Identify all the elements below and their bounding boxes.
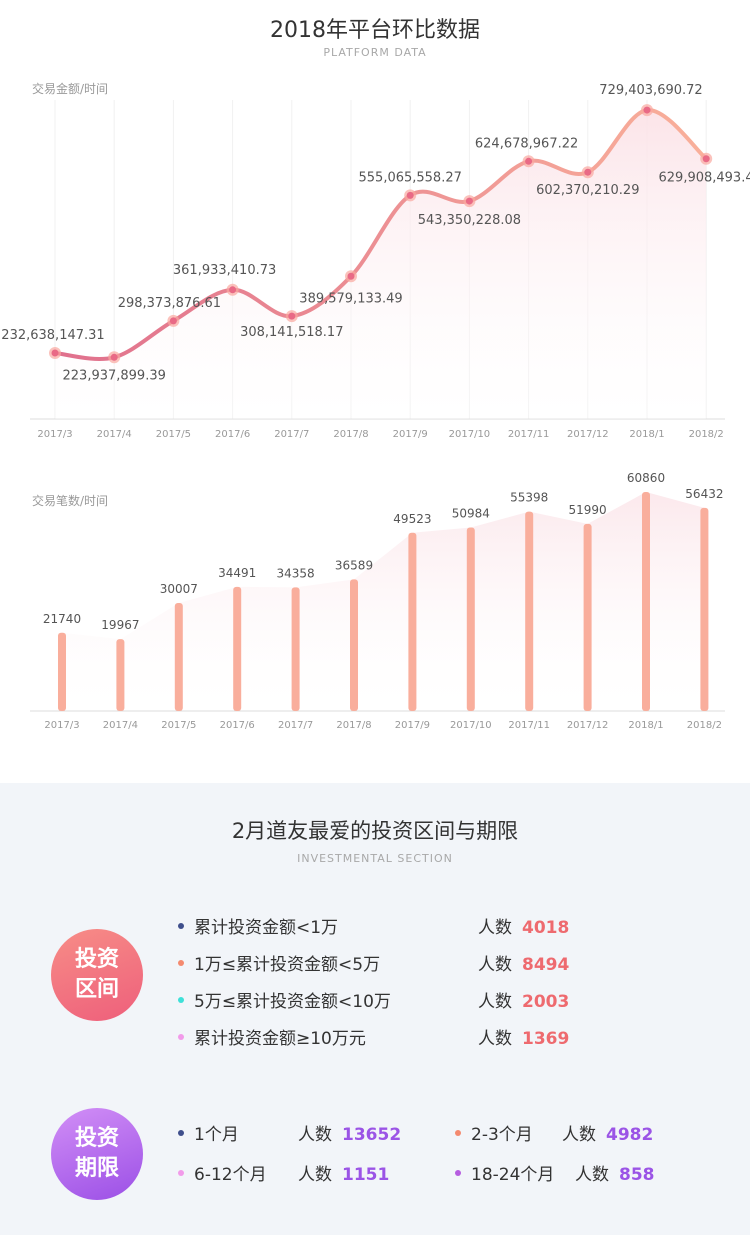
investment-subtitle: INVESTMENTAL SECTION — [297, 852, 453, 865]
bullet-icon — [178, 960, 184, 966]
bar-area-fill — [62, 492, 705, 711]
investment-title: 2月道友最爱的投资区间与期限 — [231, 819, 519, 843]
people-label: 人数 — [478, 918, 512, 938]
x-tick-label: 2017/8 — [336, 720, 371, 731]
range-count: 人数 4018 — [478, 913, 569, 938]
bar — [642, 492, 650, 711]
bar — [291, 587, 300, 711]
term-count: 人数 4982 — [562, 1120, 653, 1145]
x-tick-label: 2018/1 — [628, 720, 663, 731]
range-badge-line2: 区间 — [74, 977, 119, 1002]
count-value: 1369 — [522, 1029, 570, 1049]
bar-value-label: 55398 — [510, 491, 548, 505]
term-count: 人数 1151 — [298, 1160, 389, 1185]
count-value: 4018 — [522, 918, 570, 938]
term-label: 2-3个月 — [471, 1125, 533, 1145]
count-value: 858 — [619, 1165, 655, 1185]
bar-value-label: 60860 — [627, 471, 665, 485]
count-value: 13652 — [342, 1125, 402, 1145]
bar — [233, 586, 242, 711]
people-label: 人数 — [298, 1125, 332, 1145]
x-tick-label: 2017/6 — [220, 720, 255, 731]
term-count: 人数 858 — [575, 1160, 655, 1185]
bar-value-label: 34358 — [277, 566, 315, 580]
bullet-icon — [178, 1170, 184, 1176]
x-tick-label: 2017/12 — [567, 720, 609, 731]
range-label: 1万≤累计投资金额<5万 — [194, 955, 381, 975]
bar — [700, 507, 709, 711]
bar — [350, 579, 358, 711]
term-item: 1个月 — [178, 1120, 239, 1145]
x-tick-label: 2018/2 — [687, 720, 722, 731]
bullet-icon — [455, 1170, 461, 1176]
term-item: 18-24个月 — [455, 1160, 554, 1185]
term-badge-line2: 期限 — [74, 1156, 119, 1181]
people-label: 人数 — [298, 1165, 332, 1185]
x-tick-label: 2017/11 — [508, 720, 550, 731]
bar — [466, 527, 475, 711]
people-label: 人数 — [478, 992, 512, 1012]
x-tick-label: 2017/9 — [395, 720, 430, 731]
term-count: 人数 13652 — [298, 1120, 401, 1145]
term-label: 18-24个月 — [471, 1165, 555, 1185]
term-label: 1个月 — [194, 1125, 239, 1145]
bar-value-label: 30007 — [160, 582, 198, 596]
people-label: 人数 — [478, 955, 512, 975]
range-count: 人数 2003 — [478, 987, 569, 1012]
range-count: 人数 1369 — [478, 1024, 569, 1049]
x-tick-label: 2017/4 — [103, 720, 138, 731]
range-item: 5万≤累计投资金额<10万 — [178, 987, 391, 1012]
range-item: 累计投资金额<1万 — [178, 913, 338, 938]
bar-value-label: 56432 — [685, 487, 723, 501]
range-badge: 投资 区间 — [51, 929, 143, 1021]
term-badge-line1: 投资 — [74, 1126, 119, 1151]
bar-value-label: 36589 — [335, 558, 373, 572]
bullet-icon — [178, 997, 184, 1003]
bullet-icon — [178, 923, 184, 929]
bar-value-label: 21740 — [43, 612, 81, 626]
range-count: 人数 8494 — [478, 950, 569, 975]
bullet-icon — [178, 1034, 184, 1040]
range-item: 1万≤累计投资金额<5万 — [178, 950, 380, 975]
bar-value-label: 50984 — [452, 507, 490, 521]
count-bar-chart: 21740 2017/3 19967 2017/4 30007 2017/5 34491 20… — [30, 471, 725, 731]
count-value: 8494 — [522, 955, 570, 975]
bar — [583, 523, 592, 711]
bullet-icon — [178, 1130, 184, 1136]
bar — [174, 603, 183, 711]
range-label: 累计投资金额<1万 — [194, 918, 339, 938]
count-value: 4982 — [606, 1125, 654, 1145]
people-label: 人数 — [562, 1125, 596, 1145]
bar-value-label: 19967 — [101, 618, 139, 632]
count-value: 1151 — [342, 1165, 390, 1185]
bar — [525, 511, 534, 711]
x-tick-label: 2017/5 — [161, 720, 196, 731]
range-badge-line1: 投资 — [74, 947, 119, 972]
bullet-icon — [455, 1130, 461, 1136]
term-badge: 投资 期限 — [51, 1108, 143, 1200]
x-tick-label: 2017/7 — [278, 720, 313, 731]
bar-value-label: 51990 — [569, 503, 607, 517]
people-label: 人数 — [478, 1029, 512, 1049]
term-label: 6-12个月 — [194, 1165, 267, 1185]
range-item: 累计投资金额≥10万元 — [178, 1024, 366, 1049]
count-value: 2003 — [522, 992, 570, 1012]
people-label: 人数 — [575, 1165, 609, 1185]
bar — [408, 532, 417, 711]
range-label: 5万≤累计投资金额<10万 — [194, 992, 391, 1012]
x-tick-label: 2017/10 — [450, 720, 492, 731]
bar-value-label: 49523 — [393, 512, 431, 526]
bar — [116, 639, 125, 711]
x-tick-label: 2017/3 — [44, 720, 79, 731]
range-label: 累计投资金额≥10万元 — [194, 1029, 366, 1049]
term-item: 2-3个月 — [455, 1120, 533, 1145]
term-item: 6-12个月 — [178, 1160, 267, 1185]
bar-value-label: 34491 — [218, 566, 256, 580]
investment-section: 2月道友最爱的投资区间与期限 INVESTMENTAL SECTION 投资 区… — [0, 783, 750, 1235]
bar — [58, 632, 66, 711]
